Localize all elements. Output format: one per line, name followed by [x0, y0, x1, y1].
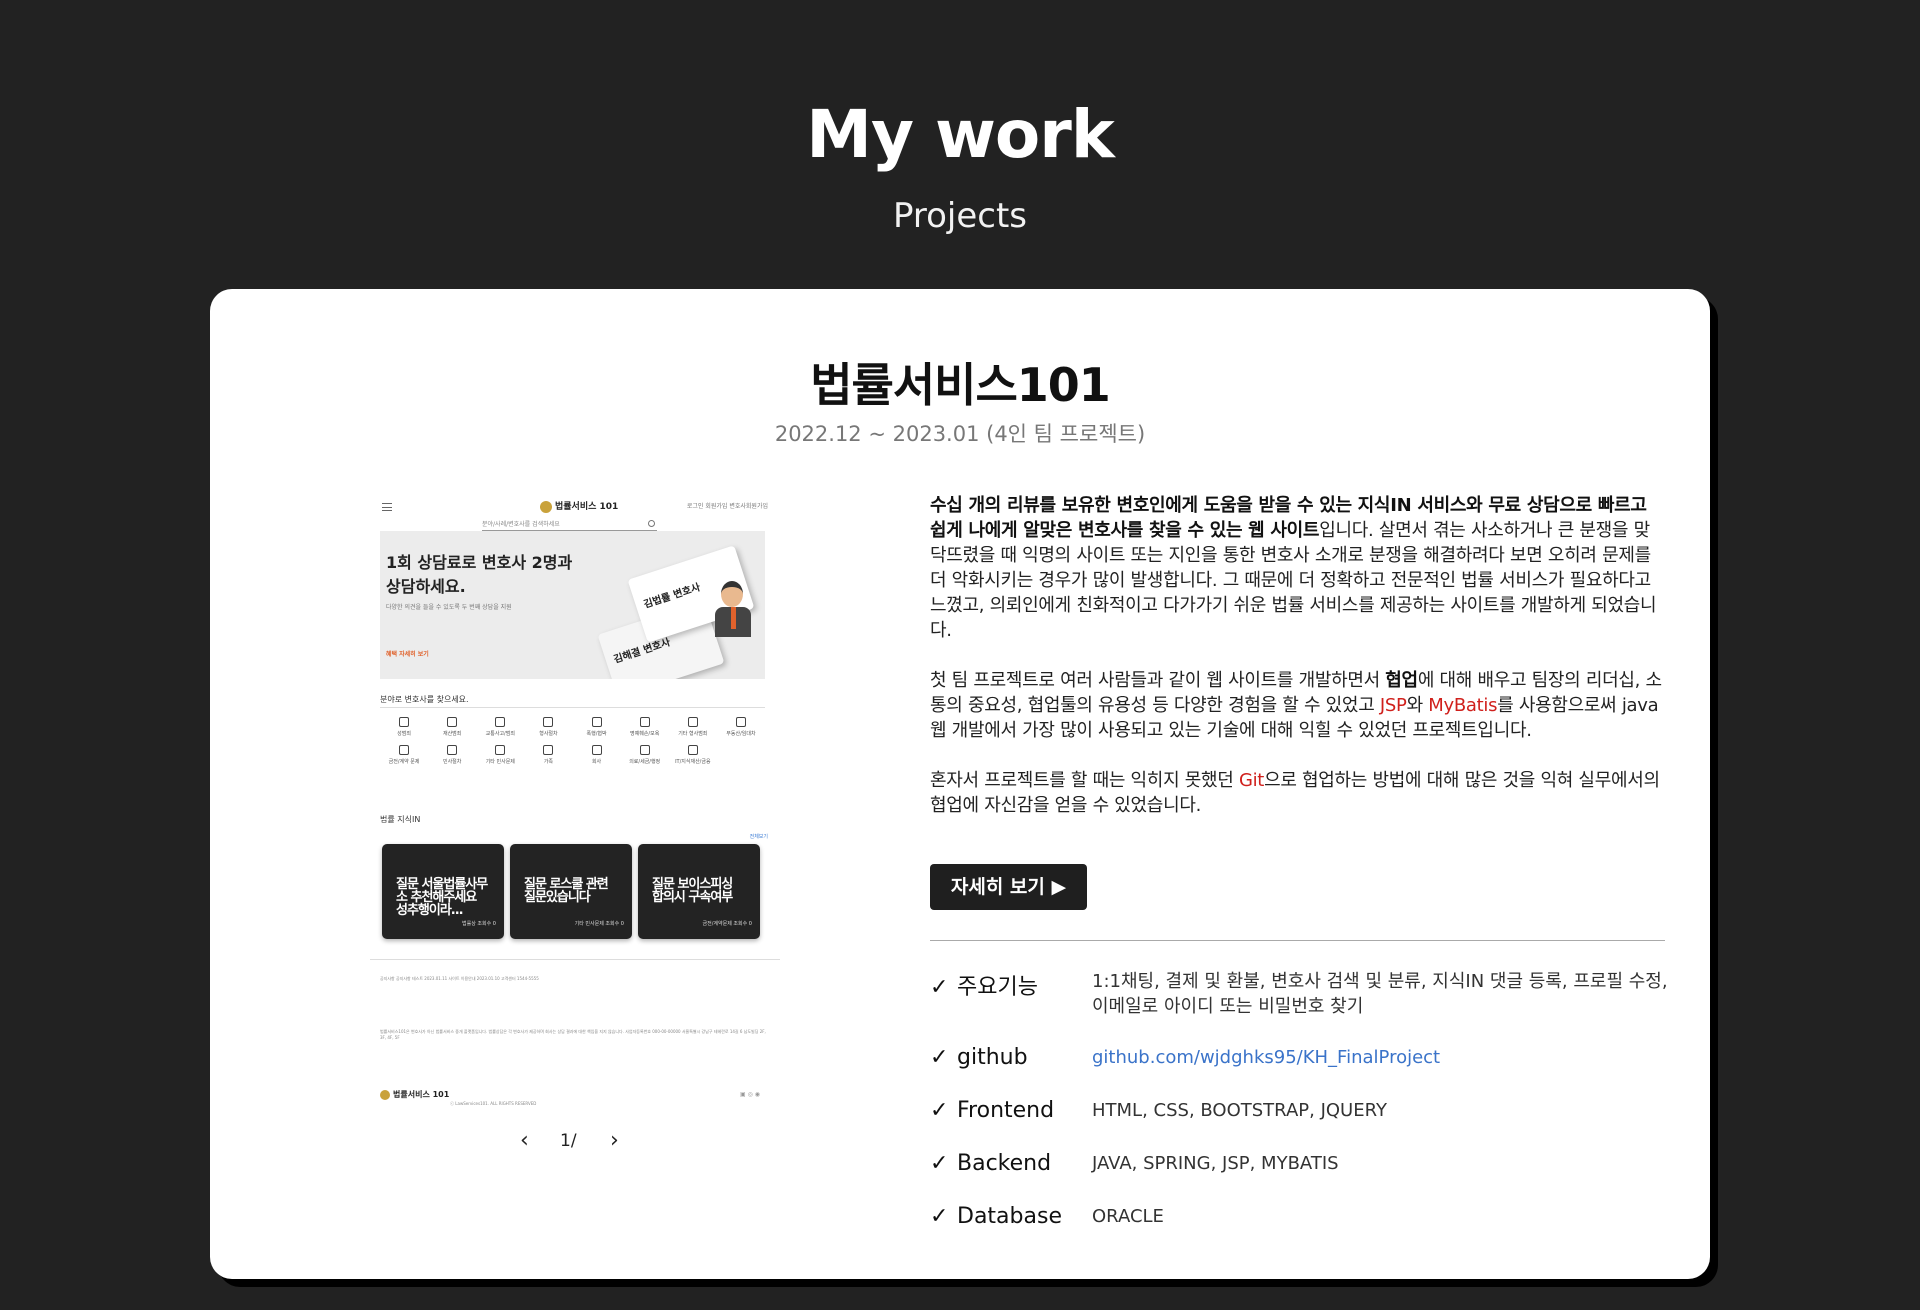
info-label: 주요기능 [957, 975, 1038, 1000]
category-icon [495, 745, 506, 755]
preview-qna-heading: 법률 지식IN [380, 815, 421, 824]
info-label: github [957, 1045, 1028, 1070]
category-icon [591, 717, 602, 727]
github-link[interactable]: github.com/wjdghks95/KH_FinalProject [1092, 1047, 1440, 1068]
preview-divider [380, 707, 765, 708]
preview-question-card: 질문 보이스피싱 합의시 구속여부 금전/계약문제 조회수 0 [638, 844, 760, 939]
preview-footer-copyright: ⓒ LawServices101. ALL RIGHTS RESERVED [450, 1101, 537, 1106]
preview-category-item: 명예훼손/모욕 [621, 717, 669, 737]
preview-question-card: 질문 서울법률사무소 추천해주세요 성추행이라... 법률상 조회수 0 [382, 844, 504, 939]
project-description: 수십 개의 리뷰를 보유한 변호인에게 도움을 받을 수 있는 지식IN 서비스… [930, 493, 1665, 843]
preview-more-link: 전체보기 [749, 834, 768, 840]
info-label: Frontend [957, 1098, 1055, 1123]
preview-category-heading: 분야로 변호사를 찾으세요. [380, 695, 469, 704]
preview-category-item: 형사절차 [524, 717, 572, 737]
preview-menu-icon [382, 503, 392, 511]
preview-category-item: 가족 [524, 745, 572, 765]
preview-category-grid: 성범죄 재산범죄 교통사고/범죄 형사절차 폭행/협박 명예훼손/모욕 기타 형사범죄 부동산… [380, 717, 765, 765]
section-subtitle: Projects [892, 196, 1028, 236]
info-value: HTML, CSS, BOOTSTRAP, JQUERY [1092, 1100, 1387, 1121]
category-icon [735, 717, 746, 727]
category-icon [543, 717, 554, 727]
preview-footer-notice: 공지사항 공지사항 테스트 2023.01.11 사이트 이용안내 2023.0… [380, 976, 539, 981]
category-icon [495, 717, 506, 727]
info-value: 1:1채팅, 결제 및 환불, 변호사 검색 및 분류, 지식IN 댓글 등록,… [1092, 971, 1668, 1017]
preview-sns-icons: ▣ ◎ ◉ [740, 1091, 760, 1098]
preview-hero-banner: 1회 상담료로 변호사 2명과 상담하세요. 다양한 의견을 들을 수 있도록 … [380, 531, 765, 679]
preview-category-item: 기타 민사문제 [476, 745, 524, 765]
preview-hero-desc: 다양한 의견을 들을 수 있도록 두 번째 상담을 지원 [386, 604, 512, 611]
info-label: Backend [957, 1151, 1052, 1176]
project-period: 2022.12 ~ 2023.01 (4인 팀 프로젝트) [774, 422, 1146, 446]
detail-button[interactable]: 자세히 보기 ▶ [930, 864, 1087, 910]
info-value: ORACLE [1092, 1206, 1164, 1227]
page-indicator: 1/ [560, 1131, 577, 1151]
preview-category-item: 부동산/임대차 [717, 717, 765, 737]
category-icon [687, 745, 698, 755]
project-card: 법률서비스101 2022.12 ~ 2023.01 (4인 팀 프로젝트) 법… [210, 289, 1710, 1279]
check-icon: ✓ [930, 1098, 949, 1123]
preview-category-item: 회사 [573, 745, 621, 765]
preview-divider [370, 959, 780, 960]
category-icon [639, 745, 650, 755]
project-title: 법률서비스101 [810, 358, 1111, 412]
info-label: Database [957, 1204, 1062, 1229]
category-icon [447, 717, 458, 727]
category-icon [399, 745, 410, 755]
category-icon [447, 745, 458, 755]
category-icon [543, 745, 554, 755]
description-paragraph: 혼자서 프로젝트를 할 때는 익히지 못했던 Git으로 협업하는 방법에 대해… [930, 770, 1660, 816]
preview-footer-emblem [380, 1089, 390, 1100]
chevron-left-icon[interactable]: ‹ [520, 1127, 529, 1155]
preview-category-item: 의료/세금/행정 [621, 745, 669, 765]
preview-hero-link: 혜택 자세히 보기 [386, 651, 429, 658]
category-icon [399, 717, 410, 727]
preview-footer-logo: 법률서비스 101 [380, 1089, 449, 1100]
section-title: My work [806, 96, 1114, 173]
preview-category-item: 기타 형사범죄 [669, 717, 717, 737]
info-divider [930, 940, 1665, 941]
check-icon: ✓ [930, 1151, 949, 1176]
preview-category-item: 성범죄 [380, 717, 428, 737]
description-paragraph: 첫 팀 프로젝트로 여러 사람들과 같이 웹 사이트를 개발하면서 협업에 대해… [930, 670, 1662, 741]
preview-category-item: IT/지식재산/금융 [669, 745, 717, 765]
preview-top-links: 로그인 회원가입 변호사회원가입 [686, 503, 768, 510]
check-icon: ✓ [930, 1204, 949, 1229]
preview-category-item: 폭행/협박 [573, 717, 621, 737]
check-icon: ✓ [930, 975, 949, 1000]
category-icon [687, 717, 698, 727]
screenshot-pager: ‹ 1/ › [520, 1127, 630, 1157]
preview-question-card: 질문 로스쿨 관련 질문있습니다 기타 민사문제 조회수 0 [510, 844, 632, 939]
check-icon: ✓ [930, 1045, 949, 1070]
category-icon [591, 745, 602, 755]
preview-logo-emblem [540, 500, 552, 513]
preview-category-item: 금전/계약 문제 [380, 745, 428, 765]
preview-category-item: 재산범죄 [428, 717, 476, 737]
preview-hero-title: 1회 상담료로 변호사 2명과 상담하세요. [386, 553, 573, 596]
preview-search: 분야/사례/변호사를 검색하세요 [482, 519, 657, 531]
preview-logo: 법률서비스 101 [540, 499, 618, 513]
category-icon [639, 717, 650, 727]
project-screenshot[interactable]: 법률서비스 101 로그인 회원가입 변호사회원가입 분야/사례/변호사를 검색… [370, 489, 780, 1109]
preview-lawyer-illustration [715, 581, 751, 639]
preview-category-item: 교통사고/범죄 [476, 717, 524, 737]
preview-footer-legal: 법률서비스101은 변호사가 아닌 법률서비스 중개 플랫폼입니다. 법률상담은… [380, 1029, 766, 1040]
info-value: JAVA, SPRING, JSP, MYBATIS [1092, 1153, 1339, 1174]
preview-category-item: 민사절차 [428, 745, 476, 765]
chevron-right-icon[interactable]: › [610, 1127, 619, 1155]
description-paragraph: 수십 개의 리뷰를 보유한 변호인에게 도움을 받을 수 있는 지식IN 서비스… [930, 495, 1657, 641]
